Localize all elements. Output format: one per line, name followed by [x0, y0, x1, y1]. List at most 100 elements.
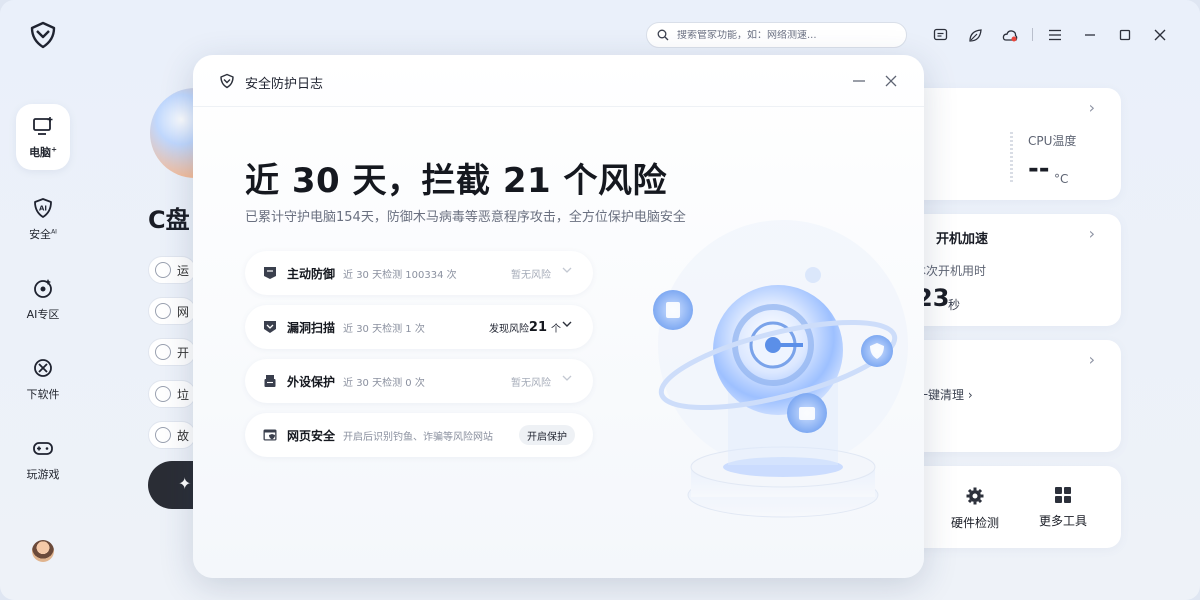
minimize-window-button[interactable]	[1080, 25, 1100, 45]
clean-card[interactable]: › 一键清理 ›	[900, 340, 1121, 452]
cpu-value: --	[1028, 154, 1050, 184]
security-log-dialog: 安全防护日志 近 30 天，拦截 21 个风险 已累计守护电脑154天，防御木马…	[193, 55, 924, 578]
shield-icon	[220, 73, 234, 89]
bg-list-item[interactable]: 运	[148, 256, 196, 284]
theme-button[interactable]	[965, 25, 985, 45]
browser-shield-icon	[263, 429, 277, 441]
risk-unit: 个	[551, 323, 561, 335]
boot-sub: 本次开机用时	[914, 264, 987, 278]
cloud-button[interactable]	[1000, 25, 1020, 45]
boot-unit: 秒	[948, 298, 961, 312]
feedback-icon	[933, 28, 947, 40]
search-box[interactable]	[646, 22, 907, 48]
close-window-button[interactable]	[1150, 25, 1170, 45]
row-status: 暂无风险	[511, 377, 551, 389]
item-icon	[155, 262, 171, 278]
menu-icon	[1049, 29, 1061, 41]
row-active-defense[interactable]: 主动防御 近 30 天检测 100334 次 暂无风险	[245, 251, 593, 295]
enable-protection-button[interactable]: 开启保护	[519, 425, 575, 445]
row-desc: 近 30 天检测 1 次	[343, 323, 425, 335]
search-input[interactable]	[677, 29, 887, 41]
row-name: 漏洞扫描	[287, 320, 336, 335]
chevron-down-icon	[562, 375, 572, 381]
bg-list-item[interactable]: 垃	[148, 380, 196, 408]
bg-list-item[interactable]: 开	[148, 338, 196, 366]
row-desc: 近 30 天检测 100334 次	[343, 269, 457, 281]
sidebar-item-computer[interactable]: 电脑+	[16, 104, 70, 170]
sidebar: 电脑+ AI 安全AI AI专区 下软件 玩游戏	[0, 0, 86, 600]
tools-card: 硬件检测 更多工具	[900, 466, 1121, 548]
item-icon	[155, 427, 171, 443]
row-peripheral-protection[interactable]: 外设保护 近 30 天检测 0 次 暂无风险	[245, 359, 593, 403]
dialog-header: 安全防护日志	[193, 55, 924, 107]
sidebar-item-software[interactable]: 下软件	[16, 346, 70, 412]
more-tools-button[interactable]: 更多工具	[1031, 486, 1095, 529]
row-desc: 开启后识别钓鱼、诈骗等风险网站	[343, 431, 494, 443]
cpu-unit: °C	[1054, 172, 1069, 186]
sidebar-item-label: 电脑+	[29, 145, 57, 159]
menu-button[interactable]	[1045, 25, 1065, 45]
bg-list-item[interactable]: 故	[148, 421, 196, 449]
tool-label: 硬件检测	[950, 516, 999, 530]
chevron-right-icon: ›	[1088, 98, 1095, 117]
security-globe-illustration	[653, 220, 908, 518]
risk-count: 21	[528, 319, 547, 335]
sidebar-item-security[interactable]: AI 安全AI	[16, 186, 70, 252]
dialog-close-button[interactable]	[883, 71, 899, 91]
leaf-icon	[968, 28, 982, 42]
tool-label: 更多工具	[1038, 514, 1087, 528]
sidebar-item-label: 玩游戏	[26, 468, 60, 481]
ai-shield-icon: AI	[34, 198, 52, 218]
row-name: 网页安全	[287, 428, 336, 443]
chevron-right-icon: ›	[1088, 224, 1095, 243]
boot-title: 开机加速	[936, 232, 989, 247]
row-vulnerability-scan[interactable]: 漏洞扫描 近 30 天检测 1 次 发现风险 21 个	[245, 305, 593, 349]
item-icon	[155, 344, 171, 360]
row-name: 外设保护	[287, 374, 336, 389]
shield-check-icon	[264, 321, 276, 333]
maximize-icon	[1119, 29, 1131, 41]
subline: 已累计守护电脑154天，防御木马病毒等恶意程序攻击，全方位保护电脑安全	[245, 210, 686, 225]
usb-icon	[264, 375, 276, 387]
disk-title: C盘	[148, 206, 190, 234]
top-divider	[1032, 28, 1033, 41]
minimize-icon	[1085, 34, 1095, 36]
row-desc: 近 30 天检测 0 次	[343, 377, 425, 389]
risk-label: 发现风险	[489, 323, 529, 335]
item-icon	[155, 386, 171, 402]
chevron-down-icon	[562, 321, 572, 327]
feedback-button[interactable]	[930, 25, 950, 45]
cpu-label: CPU温度	[1028, 134, 1077, 148]
row-web-security[interactable]: 网页安全 开启后识别钓鱼、诈骗等风险网站 开启保护	[245, 413, 593, 457]
svg-text:AI: AI	[39, 205, 47, 213]
dialog-title: 安全防护日志	[245, 77, 324, 92]
chevron-down-icon	[562, 267, 572, 273]
item-icon	[155, 303, 171, 319]
software-download-icon	[34, 359, 52, 377]
ai-zone-icon	[34, 279, 52, 298]
sidebar-item-games[interactable]: 玩游戏	[16, 426, 70, 492]
one-click-clean-link[interactable]: 一键清理 ›	[916, 386, 973, 403]
user-avatar[interactable]	[32, 540, 54, 562]
bg-list-item[interactable]: 网	[148, 297, 196, 325]
app-logo-icon[interactable]	[28, 20, 58, 50]
search-icon	[657, 29, 669, 41]
dialog-minimize-button[interactable]	[851, 71, 867, 91]
boot-card[interactable]: › 开机加速 本次开机用时 23 秒	[900, 214, 1121, 326]
chevron-right-icon: ›	[1088, 350, 1095, 369]
row-status: 暂无风险	[511, 269, 551, 281]
defense-icon	[264, 267, 276, 279]
gear-icon	[966, 487, 984, 505]
cpu-card[interactable]: › CPU温度 -- °C	[900, 88, 1121, 200]
sidebar-item-label: 安全AI	[29, 228, 57, 241]
maximize-window-button[interactable]	[1115, 25, 1135, 45]
hardware-check-button[interactable]: 硬件检测	[943, 486, 1007, 531]
sidebar-item-label: 下软件	[26, 388, 60, 401]
computer-icon	[33, 117, 53, 135]
headline: 近 30 天，拦截 21 个风险	[245, 161, 667, 201]
gamepad-icon	[33, 442, 53, 455]
sidebar-item-ai-zone[interactable]: AI专区	[16, 266, 70, 332]
close-icon	[1154, 29, 1166, 41]
sparkle-icon: ✦	[178, 474, 192, 493]
grid-icon	[1055, 487, 1071, 503]
